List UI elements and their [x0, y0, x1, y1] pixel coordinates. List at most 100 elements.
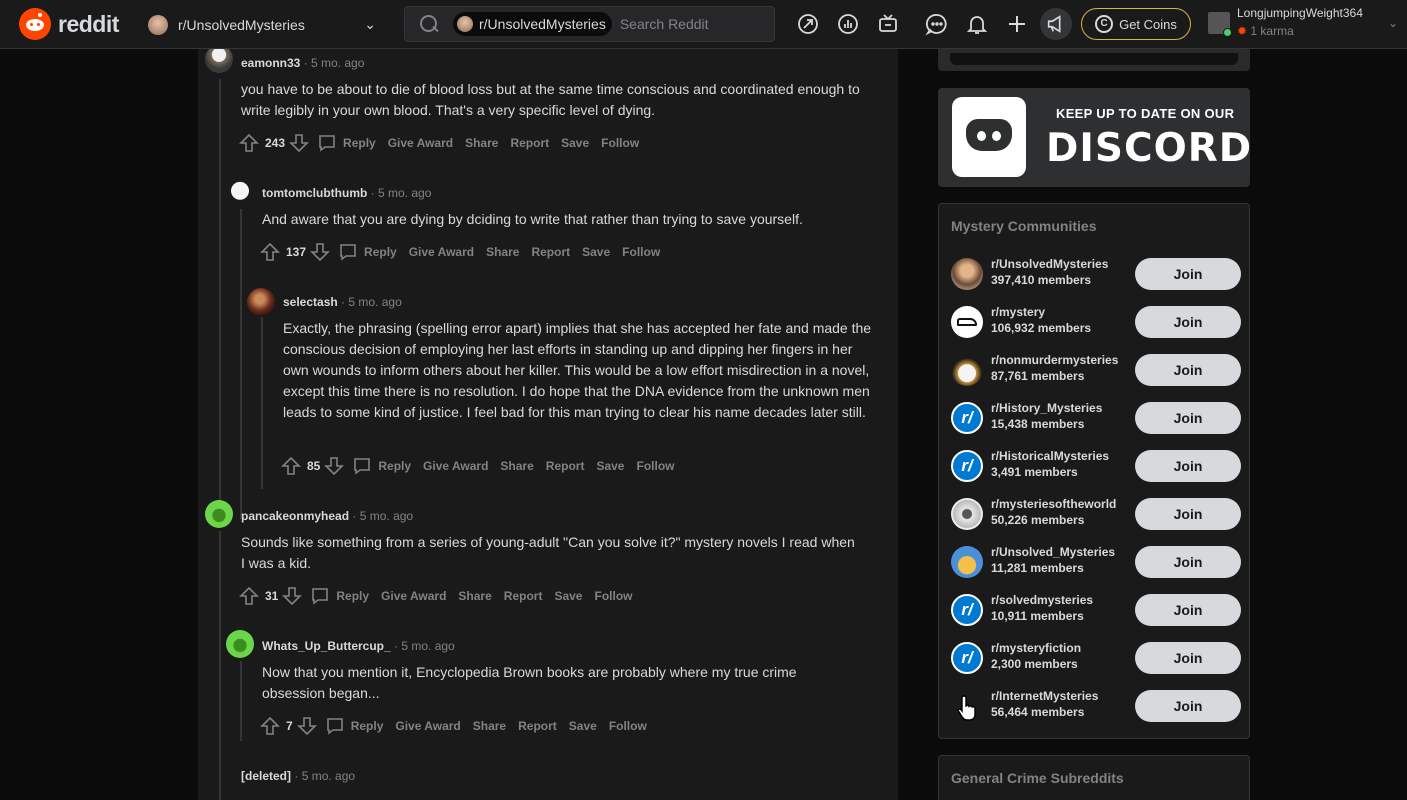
downvote-icon[interactable] [324, 456, 345, 476]
get-coins-button[interactable]: C Get Coins [1081, 8, 1191, 40]
share-button[interactable]: Share [465, 136, 498, 150]
give-award-button[interactable]: Give Award [381, 589, 446, 603]
community-switcher[interactable]: r/UnsolvedMysteries ⌄ [142, 10, 386, 40]
thread-line[interactable] [219, 79, 221, 519]
user-avatar[interactable] [226, 174, 254, 202]
join-button[interactable]: Join [1135, 354, 1241, 386]
community-row[interactable]: r/ r/History_Mysteries 15,438 members Jo… [951, 398, 1241, 438]
comment-author[interactable]: tomtomclubthumb [262, 186, 367, 200]
follow-button[interactable]: Follow [609, 719, 647, 733]
reply-button[interactable]: Reply [378, 459, 411, 473]
comment-author[interactable]: Whats_Up_Buttercup_ [262, 639, 391, 653]
community-name[interactable]: r/nonmurdermysteries [991, 353, 1118, 367]
community-row[interactable]: r/UnsolvedMysteries 397,410 members Join [951, 254, 1241, 294]
community-row[interactable]: r/ r/mysteryfiction 2,300 members Join [951, 638, 1241, 678]
reply-button[interactable]: Reply [343, 136, 376, 150]
join-button[interactable]: Join [1135, 258, 1241, 290]
chat-icon[interactable] [925, 12, 949, 36]
community-row[interactable]: r/mystery 106,932 members Join [951, 302, 1241, 342]
reply-button[interactable]: Reply [351, 719, 384, 733]
join-button[interactable]: Join [1135, 690, 1241, 722]
share-button[interactable]: Share [458, 589, 491, 603]
community-row[interactable]: r/ r/solvedmysteries 10,911 members Join [951, 590, 1241, 630]
community-row[interactable]: r/InternetMysteries 56,464 members Join [951, 686, 1241, 726]
save-button[interactable]: Save [569, 719, 597, 733]
upvote-icon[interactable] [260, 242, 280, 262]
user-avatar[interactable] [205, 49, 233, 73]
report-button[interactable]: Report [546, 459, 585, 473]
user-avatar[interactable] [247, 288, 275, 316]
search-input[interactable] [619, 16, 750, 32]
comment-timestamp[interactable]: 5 mo. ago [378, 186, 431, 200]
search-bar[interactable]: r/UnsolvedMysteries [404, 6, 775, 42]
stats-icon[interactable] [836, 12, 860, 36]
join-button[interactable]: Join [1135, 546, 1241, 578]
community-name[interactable]: r/mystery [991, 305, 1045, 319]
community-row[interactable]: r/ r/HistoricalMysteries 3,491 members J… [951, 446, 1241, 486]
reply-button[interactable]: Reply [336, 589, 369, 603]
report-button[interactable]: Report [504, 589, 543, 603]
community-name[interactable]: r/History_Mysteries [991, 401, 1102, 415]
community-name[interactable]: r/mysteriesoftheworld [991, 497, 1116, 511]
comment-timestamp[interactable]: 5 mo. ago [360, 509, 413, 523]
join-button[interactable]: Join [1135, 498, 1241, 530]
save-button[interactable]: Save [596, 459, 624, 473]
follow-button[interactable]: Follow [594, 589, 632, 603]
share-button[interactable]: Share [486, 245, 519, 259]
share-button[interactable]: Share [473, 719, 506, 733]
discord-banner[interactable]: KEEP UP TO DATE ON OUR DISCORD [938, 88, 1251, 187]
join-button[interactable]: Join [1135, 594, 1241, 626]
advertise-icon[interactable] [1040, 8, 1072, 40]
search-community-chip[interactable]: r/UnsolvedMysteries [453, 12, 612, 36]
live-icon[interactable] [876, 12, 900, 36]
reply-icon[interactable] [338, 242, 358, 262]
upvote-icon[interactable] [239, 133, 259, 153]
downvote-icon[interactable] [282, 586, 303, 606]
report-button[interactable]: Report [531, 245, 570, 259]
community-row[interactable]: r/Unsolved_Mysteries 11,281 members Join [951, 542, 1241, 582]
comment-author[interactable]: selectash [283, 295, 338, 309]
thread-line[interactable] [240, 661, 242, 741]
comment-author[interactable]: eamonn33 [241, 56, 300, 70]
reply-button[interactable]: Reply [364, 245, 397, 259]
user-avatar[interactable] [205, 500, 233, 528]
upvote-icon[interactable] [260, 716, 280, 736]
give-award-button[interactable]: Give Award [388, 136, 453, 150]
comment-timestamp[interactable]: 5 mo. ago [311, 56, 364, 70]
follow-button[interactable]: Follow [636, 459, 674, 473]
reddit-logo[interactable]: reddit [19, 8, 119, 40]
save-button[interactable]: Save [554, 589, 582, 603]
report-button[interactable]: Report [518, 719, 557, 733]
thread-line[interactable] [261, 317, 263, 489]
community-name[interactable]: r/solvedmysteries [991, 593, 1093, 607]
join-button[interactable]: Join [1135, 450, 1241, 482]
community-name[interactable]: r/UnsolvedMysteries [991, 257, 1108, 271]
reply-icon[interactable] [310, 586, 330, 606]
notification-icon[interactable] [965, 12, 989, 36]
join-button[interactable]: Join [1135, 642, 1241, 674]
user-menu[interactable]: LongjumpingWeight364 ✹ 1 karma ⌄ [1208, 6, 1398, 42]
reply-icon[interactable] [352, 456, 372, 476]
community-name[interactable]: r/Unsolved_Mysteries [991, 545, 1115, 559]
reply-icon[interactable] [325, 716, 345, 736]
join-button[interactable]: Join [1135, 306, 1241, 338]
thread-line[interactable] [219, 531, 221, 800]
user-avatar[interactable] [226, 630, 254, 658]
share-button[interactable]: Share [500, 459, 533, 473]
community-name[interactable]: r/mysteryfiction [991, 641, 1081, 655]
comment-timestamp[interactable]: 5 mo. ago [401, 639, 454, 653]
give-award-button[interactable]: Give Award [409, 245, 474, 259]
community-row[interactable]: r/nonmurdermysteries 87,761 members Join [951, 350, 1241, 390]
downvote-icon[interactable] [310, 242, 330, 262]
follow-button[interactable]: Follow [622, 245, 660, 259]
downvote-icon[interactable] [296, 716, 317, 736]
save-button[interactable]: Save [561, 136, 589, 150]
give-award-button[interactable]: Give Award [395, 719, 460, 733]
comment-author[interactable]: pancakeonmyhead [241, 509, 349, 523]
create-post-icon[interactable] [1005, 12, 1029, 36]
reply-icon[interactable] [317, 133, 337, 153]
community-name[interactable]: r/HistoricalMysteries [991, 449, 1109, 463]
comment-timestamp[interactable]: 5 mo. ago [348, 295, 401, 309]
comment-timestamp[interactable]: 5 mo. ago [302, 769, 355, 783]
community-row[interactable]: r/mysteriesoftheworld 50,226 members Joi… [951, 494, 1241, 534]
